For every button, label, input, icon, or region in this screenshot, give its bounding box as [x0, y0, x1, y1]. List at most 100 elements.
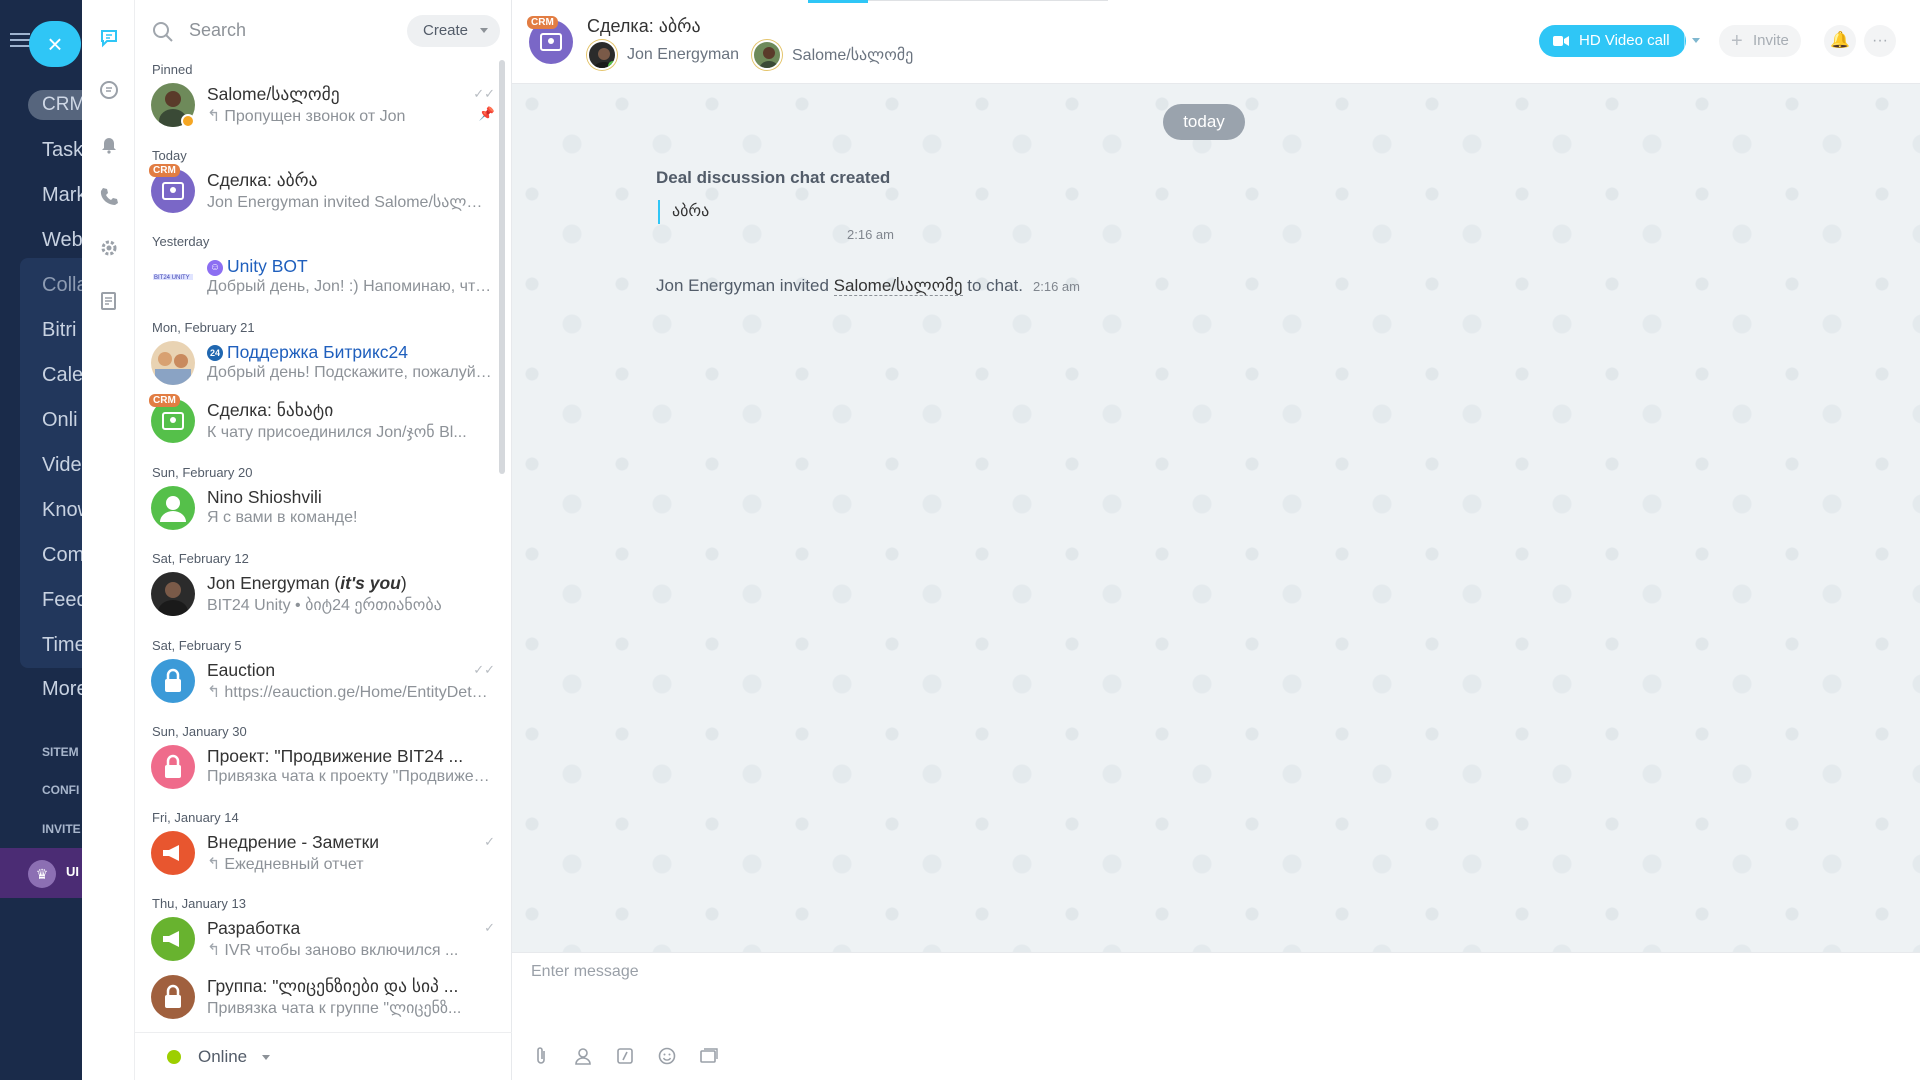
search-input[interactable]: Search	[189, 20, 246, 41]
chat-preview: ↰ Пропущен звонок от Jon	[207, 106, 492, 126]
bell-icon[interactable]	[82, 126, 135, 162]
invite-button[interactable]: + Invite	[1719, 25, 1801, 57]
list-item[interactable]: BIT24 UNITY ☺ Unity BOT Добрый день, Jon!…	[135, 244, 505, 310]
list-item[interactable]: Проект: "Продвижение BIT24 ... Привязка …	[135, 734, 505, 800]
list-item[interactable]: Nino Shioshvili Я с вами в команде!	[135, 475, 505, 541]
list-item[interactable]: Salome/სალომე ↰ Пропущен звонок от Jon ✓✓…	[135, 72, 505, 138]
chat-title: Группа: "ლიცენზიები და სიპ ...	[207, 976, 459, 996]
portal-menu-caption[interactable]: SITEM	[42, 745, 79, 759]
portal-menu-item[interactable]: Com	[42, 544, 82, 567]
portal-menu-caption[interactable]: INVITE	[42, 822, 81, 836]
chat-list: Pinned Salome/სალომე ↰ Пропущен звонок от…	[135, 58, 512, 1032]
member-name: Salome/სალომე	[792, 47, 914, 64]
bot-icon: ☺	[207, 260, 223, 276]
hamburger-icon[interactable]	[10, 33, 30, 51]
chat-title-text: Поддержка Битрикс24	[227, 342, 409, 362]
list-item[interactable]: Группа: "ლიცენზიები და სიპ ... Привязка …	[135, 964, 505, 1030]
phone-icon[interactable]	[82, 178, 135, 214]
list-item[interactable]: 24 Поддержка Битрикс24 Добрый день! Подск…	[135, 330, 505, 396]
notes-icon[interactable]	[82, 283, 135, 319]
portal-menu-item[interactable]: Time	[42, 634, 82, 657]
avatar	[151, 831, 195, 875]
list-item[interactable]: Eauction ↰ https://eauction.ge/Home/Entit…	[135, 648, 505, 714]
chat-title: Сделка: ნახატი	[207, 400, 334, 420]
reply-icon: ↰	[207, 942, 221, 959]
list-item[interactable]: Разработка ↰ IVR чтобы заново включился .…	[135, 906, 505, 972]
chat-title-text: Unity BOT	[227, 256, 308, 276]
list-item[interactable]: CRM Сделка: ნახატი К чату присоединился …	[135, 388, 505, 454]
user-link[interactable]: Salome/სალომე	[833, 276, 963, 296]
chat-header: CRM Сделка: აბრა Jon Energyman Salome/სა…	[512, 0, 1920, 84]
portal-menu-item[interactable]: Bitri	[42, 319, 76, 342]
portal-sidebar: CRM Task Mark Web Colla Bitri Cale Onli …	[0, 0, 82, 1080]
portal-menu-item[interactable]: Web	[42, 229, 82, 252]
portal-menu-item[interactable]: More	[42, 678, 82, 701]
search-icon	[153, 22, 173, 42]
message-composer[interactable]: Enter message	[512, 952, 1920, 1080]
portal-menu-item[interactable]: Know	[42, 499, 82, 522]
crown-icon: ♛	[28, 860, 56, 888]
system-message: Jon Energyman invited Salome/სალომე to c…	[656, 276, 1080, 296]
portal-menu-caption[interactable]: CONFI	[42, 783, 79, 797]
hd-video-call-button[interactable]: HD Video call	[1539, 25, 1700, 57]
message-text: to chat.	[962, 276, 1023, 295]
avatar	[151, 975, 195, 1019]
invite-label: Invite	[1753, 32, 1789, 49]
date-separator: today	[1163, 104, 1245, 140]
user-mention-icon[interactable]	[572, 1045, 594, 1067]
command-icon[interactable]	[614, 1045, 636, 1067]
crm-badge: CRM	[149, 394, 180, 407]
chat-preview: Добрый день, Jon! :) Напоминаю, что...	[207, 278, 492, 295]
chat-title[interactable]: Сделка: აბრა	[587, 16, 701, 37]
message-text: Jon Energyman invited	[656, 276, 834, 295]
check-icon: ✓	[484, 834, 495, 849]
portal-menu-item[interactable]: Feed	[42, 589, 82, 612]
divider	[1684, 25, 1685, 57]
portal-menu-item[interactable]: Cale	[42, 364, 82, 387]
notifications-list-icon[interactable]	[82, 72, 135, 108]
message-timestamp: 2:16 am	[847, 227, 894, 242]
scrollbar[interactable]	[499, 60, 505, 474]
search-bar[interactable]: Search Create	[135, 0, 512, 58]
close-messenger-button[interactable]: ×	[29, 21, 81, 67]
chat-title: Jon Energyman (it's you)	[207, 573, 492, 594]
portal-menu-item[interactable]: Task	[42, 139, 82, 162]
message-history-icon[interactable]	[698, 1045, 720, 1067]
list-item[interactable]: Jon Energyman (it's you) BIT24 Unity • ბ…	[135, 561, 505, 627]
chat-preview-text: https://eauction.ge/Home/EntityDetails	[224, 684, 492, 701]
crm-badge: CRM	[527, 16, 558, 29]
status-selector[interactable]: Online	[135, 1032, 512, 1080]
portal-menu-item[interactable]: Vide	[42, 454, 82, 477]
chat-member[interactable]: Salome/სალომე	[752, 40, 913, 70]
chat-title: ☺ Unity BOT	[207, 256, 492, 277]
more-icon[interactable]: ···	[1864, 25, 1896, 57]
create-button[interactable]: Create	[407, 15, 500, 47]
chat-title-text: Jon Energyman (	[207, 573, 341, 593]
portal-menu-item-crm[interactable]: CRM	[28, 90, 82, 120]
recent-chats-panel: Search Create Pinned Salome/სალომე ↰ Проп…	[135, 0, 512, 1080]
avatar	[151, 659, 195, 703]
portal-menu-item[interactable]: Onli	[42, 409, 78, 432]
smile-icon[interactable]	[656, 1045, 678, 1067]
chat-title: Salome/სალომე	[207, 84, 340, 104]
double-check-icon: ✓✓	[473, 86, 495, 101]
upgrade-banner[interactable]: ♛ UI	[0, 848, 82, 898]
message-input[interactable]: Enter message	[531, 963, 639, 981]
chat-icon[interactable]	[82, 20, 135, 56]
paperclip-icon[interactable]	[530, 1045, 552, 1067]
upgrade-label: UI	[66, 864, 79, 879]
video-call-label: HD Video call	[1579, 32, 1670, 49]
settings-gear-icon[interactable]	[82, 230, 135, 266]
portal-menu-item[interactable]: Colla	[42, 274, 82, 297]
bell-icon[interactable]: 🔔	[1824, 25, 1856, 57]
chat-preview-text: IVR чтобы заново включился ...	[224, 942, 459, 959]
chevron-down-icon[interactable]	[1692, 38, 1700, 43]
chat-member[interactable]: Jon Energyman	[587, 40, 739, 70]
list-item[interactable]: CRM Сделка: აბრა Jon Energyman invited S…	[135, 158, 505, 224]
member-name: Jon Energyman	[627, 46, 740, 63]
chat-title: Сделка: აბრა	[207, 170, 318, 190]
chat-preview: ↰ Ежедневный отчет	[207, 854, 492, 874]
create-label: Create	[423, 22, 469, 39]
list-item[interactable]: Внедрение - Заметки ↰ Ежедневный отчет ✓	[135, 820, 505, 886]
portal-menu-item[interactable]: Mark	[42, 184, 82, 207]
